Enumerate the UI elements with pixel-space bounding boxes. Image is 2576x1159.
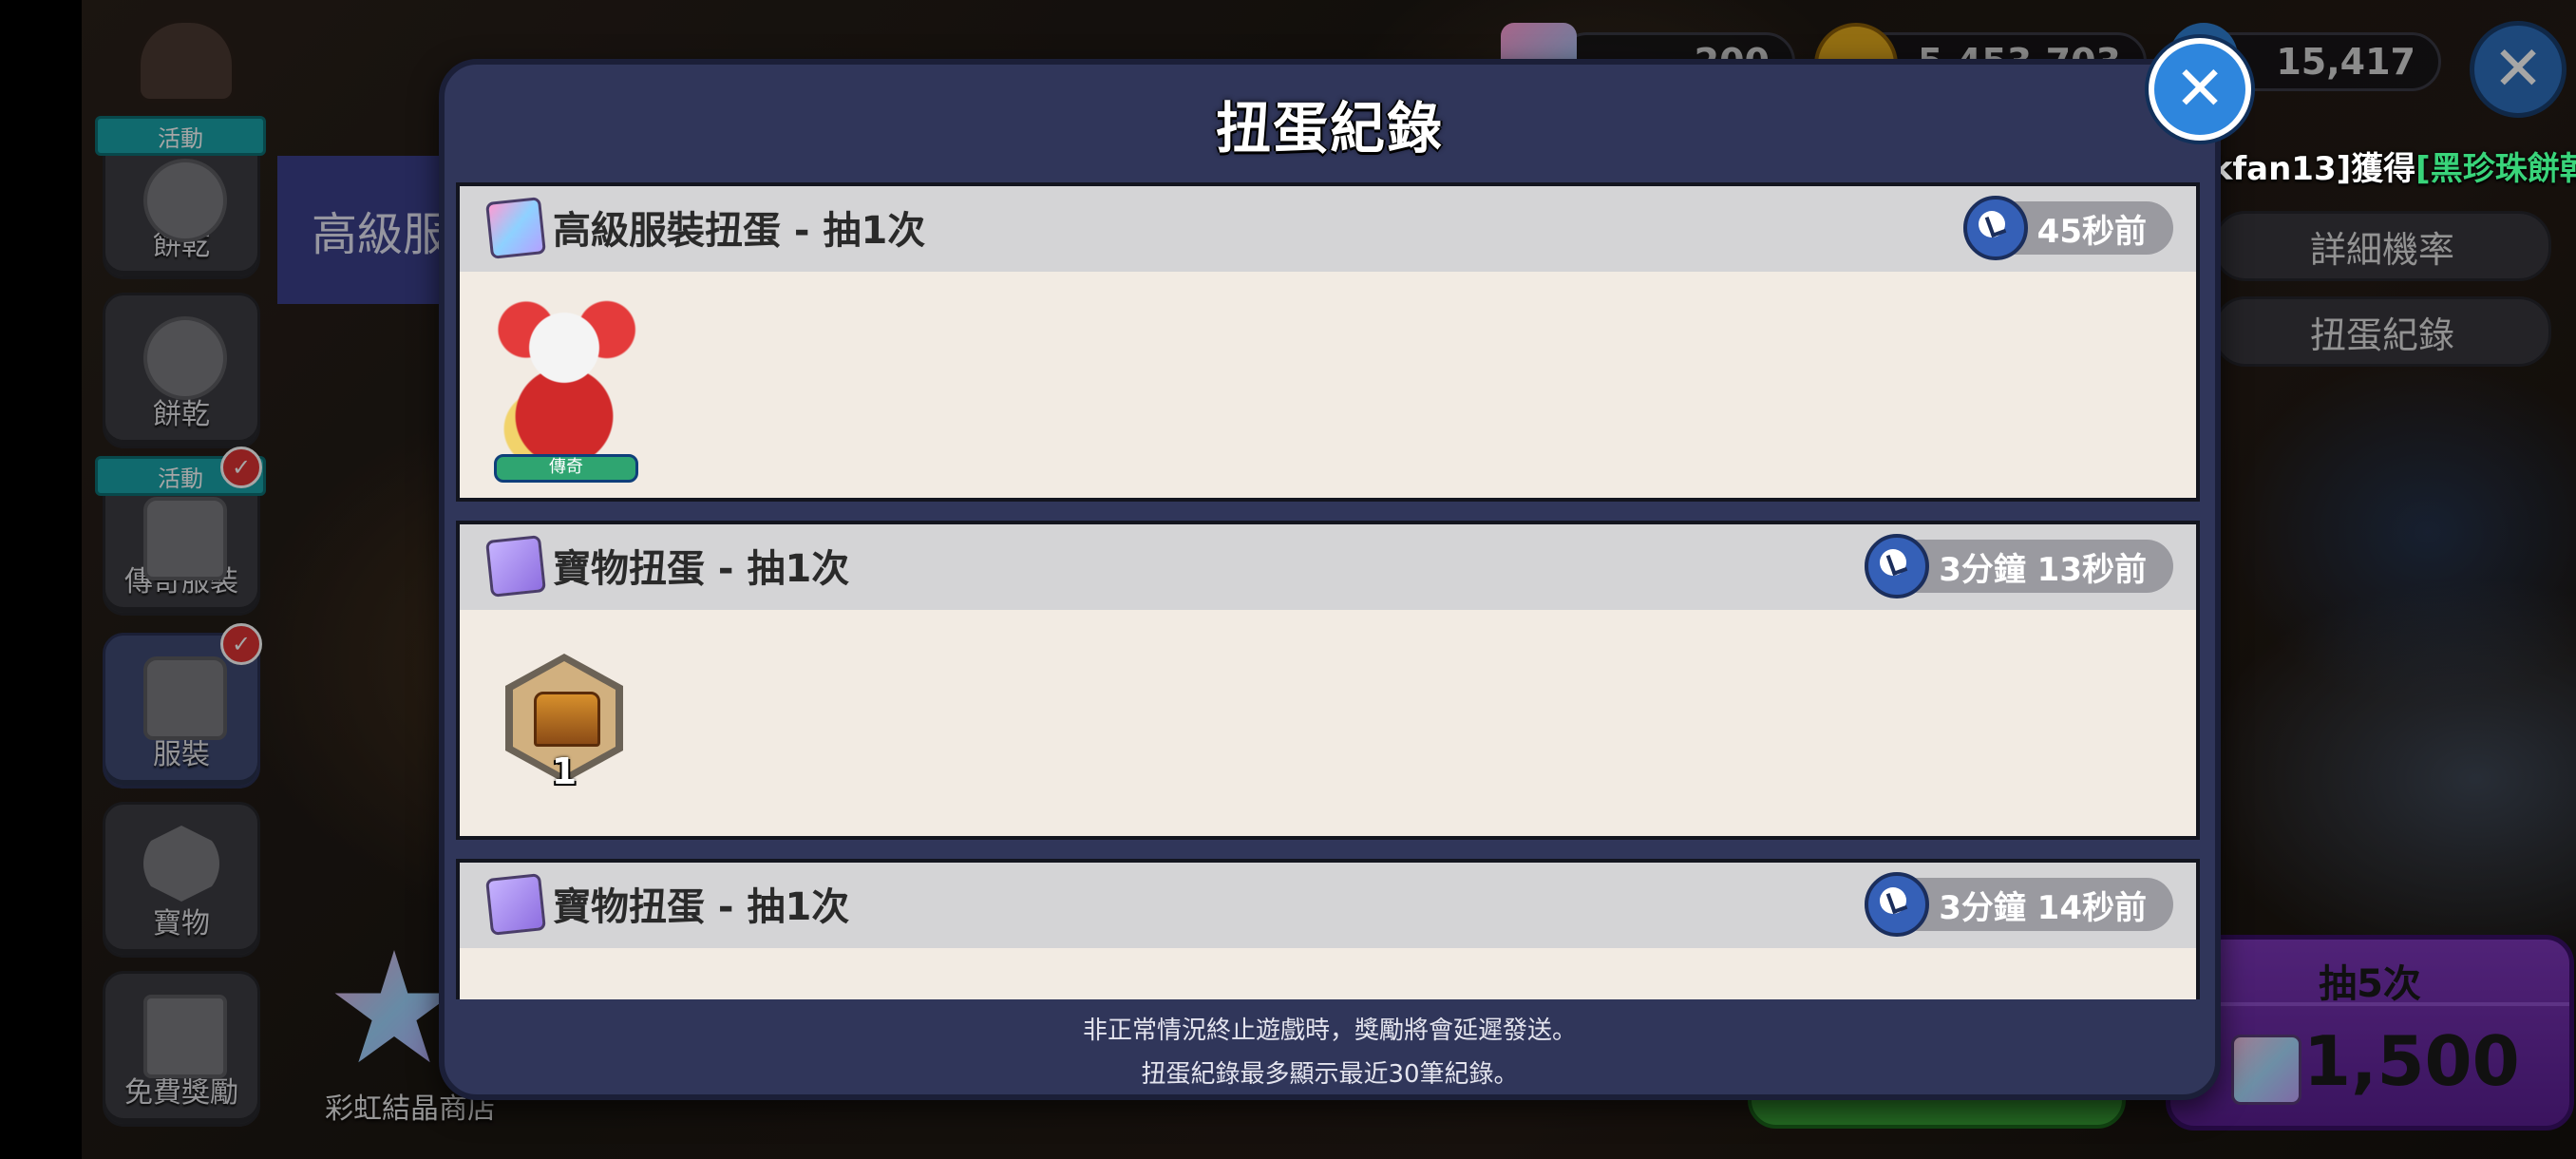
record-header: 寶物扭蛋 - 抽1次 3分鐘 14秒前 — [460, 863, 2196, 948]
record-time-text: 45秒前 — [2036, 212, 2147, 251]
record-header: 高級服裝扭蛋 - 抽1次 45秒前 — [460, 186, 2196, 272]
footer-note-limit: 扭蛋紀錄最多顯示最近30筆紀錄。 — [1141, 1060, 1519, 1089]
costume-portrait-icon — [488, 276, 640, 456]
treasure-chest-icon — [534, 692, 600, 747]
record-title: 寶物扭蛋 - 抽1次 — [553, 547, 850, 591]
record-card: 高級服裝扭蛋 - 抽1次 45秒前 傳奇 — [456, 182, 2200, 502]
record-title: 寶物扭蛋 - 抽1次 — [553, 885, 850, 929]
rarity-badge: 傳奇 — [494, 454, 638, 483]
costume-item[interactable]: 傳奇 — [473, 268, 653, 483]
record-header: 寶物扭蛋 - 抽1次 3分鐘 13秒前 — [460, 524, 2196, 610]
record-title: 高級服裝扭蛋 - 抽1次 — [553, 209, 926, 253]
dialog-close-button[interactable]: ✕ — [2149, 38, 2251, 141]
record-list[interactable]: 高級服裝扭蛋 - 抽1次 45秒前 傳奇 寶物扭蛋 - 抽1次 3分鐘 13秒前… — [456, 182, 2204, 999]
clock-icon — [1865, 534, 1930, 598]
costume-ticket-icon — [485, 197, 546, 259]
treasure-ticket-icon — [485, 535, 546, 598]
treasure-count: 1 — [551, 750, 578, 792]
treasure-item[interactable]: 1 — [505, 654, 623, 792]
record-time-text: 3分鐘 13秒前 — [1939, 550, 2147, 589]
clock-icon — [1865, 872, 1930, 937]
record-card: 寶物扭蛋 - 抽1次 3分鐘 13秒前 1 — [456, 521, 2200, 840]
record-time: 3分鐘 14秒前 — [1865, 872, 2173, 937]
close-icon: ✕ — [2174, 54, 2226, 124]
treasure-ticket-icon — [485, 873, 546, 936]
record-card: 寶物扭蛋 - 抽1次 3分鐘 14秒前 — [456, 859, 2200, 999]
ticker-highlight: [黑珍珠餅乾] — [2415, 150, 2576, 188]
dialog-title: 扭蛋紀錄 — [1215, 96, 1444, 161]
record-time-text: 3分鐘 14秒前 — [1939, 888, 2147, 927]
record-time: 45秒前 — [1962, 196, 2173, 260]
record-time: 3分鐘 13秒前 — [1865, 534, 2173, 598]
clock-icon — [1962, 196, 2028, 260]
footer-note-delay: 非正常情況終止遊戲時，獎勵將會延遲發送。 — [1082, 1016, 1577, 1045]
